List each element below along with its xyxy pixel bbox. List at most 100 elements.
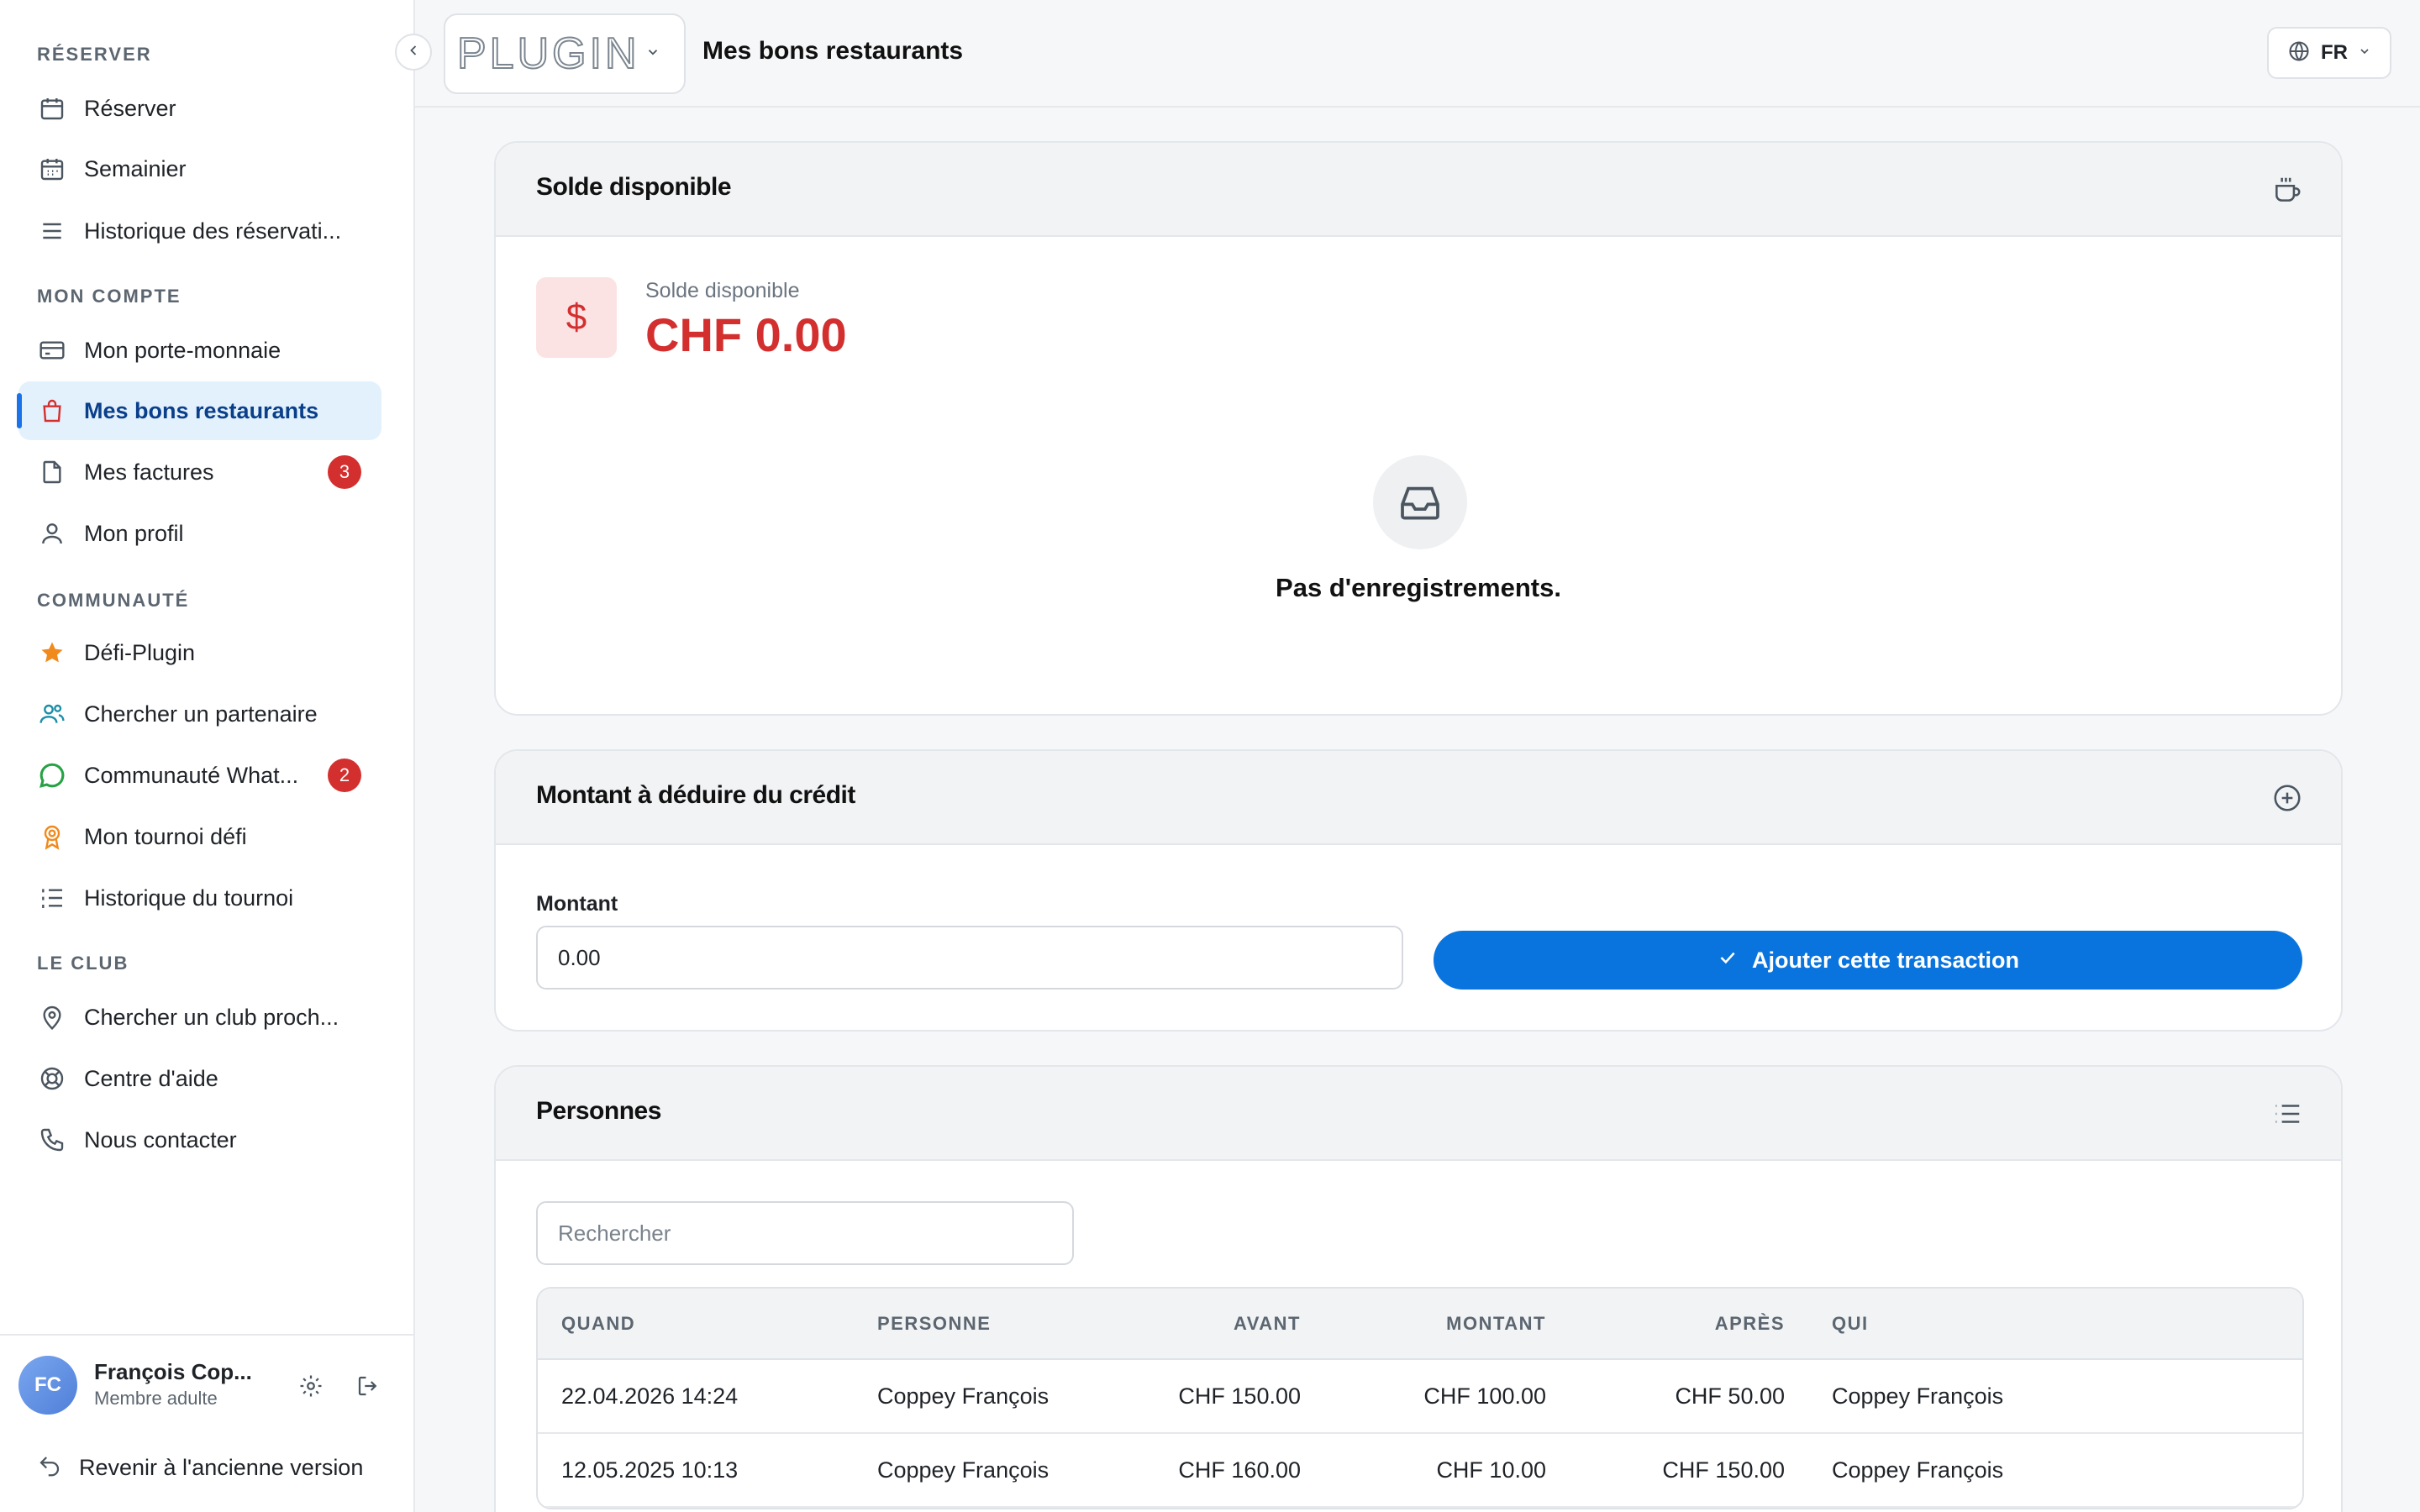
table-row[interactable]: 22.04.2026 14:24 Coppey François CHF 150… (538, 1359, 2302, 1434)
whatsapp-icon (37, 760, 67, 790)
sidebar-item-reserver[interactable]: Réserver (18, 79, 381, 138)
column-header-qui[interactable]: QUI (1808, 1289, 2302, 1360)
back-link-label: Revenir à l'ancienne version (79, 1455, 364, 1480)
section-title-mon-compte: MON COMPTE (37, 286, 182, 307)
empty-state-text: Pas d'enregistrements. (1276, 573, 1561, 602)
column-header-personne[interactable]: PERSONNE (854, 1289, 1139, 1360)
section-title-communaute: COMMUNAUTÉ (37, 590, 190, 611)
cell-avant: CHF 160.00 (1139, 1433, 1324, 1508)
sidebar-item-label: Chercher un club proch... (84, 1004, 339, 1030)
calendar-grid-icon (37, 154, 67, 184)
sidebar-item-label: Réserver (84, 95, 176, 121)
logo: PLUGIN (456, 29, 640, 79)
balance-amount: CHF 0.00 (645, 308, 847, 361)
sidebar-item-bons-restaurants[interactable]: Mes bons restaurants (18, 381, 381, 440)
phone-icon (37, 1125, 67, 1155)
map-pin-icon (37, 1002, 67, 1032)
users-icon (37, 699, 67, 729)
sidebar-item-label: Nous contacter (84, 1126, 237, 1152)
cell-quand: 22.04.2026 14:24 (538, 1359, 854, 1434)
persons-card: Personnes QUAND PERSONNE AVANT MONTANT A… (494, 1065, 2343, 1512)
balance-label: Solde disponible (645, 279, 800, 302)
calendar-icon (37, 93, 67, 123)
back-to-old-version-link[interactable]: Revenir à l'ancienne version (37, 1453, 363, 1483)
cell-qui: Coppey François (1808, 1359, 2302, 1434)
card-title: Solde disponible (536, 173, 732, 201)
section-title-le-club: LE CLUB (37, 953, 129, 974)
active-indicator (17, 393, 22, 428)
sidebar-item-historique-tournoi[interactable]: Historique du tournoi (18, 869, 381, 927)
search-input[interactable] (536, 1201, 1074, 1265)
sidebar-item-label: Mon tournoi défi (84, 823, 247, 849)
card-header: Personnes (496, 1067, 2341, 1161)
sidebar-item-label: Historique du tournoi (84, 885, 294, 911)
column-header-apres[interactable]: APRÈS (1570, 1289, 1808, 1360)
amount-input[interactable] (536, 926, 1403, 990)
inbox-icon (1373, 455, 1467, 549)
table-row[interactable]: 12.05.2025 10:13 Coppey François CHF 160… (538, 1433, 2302, 1508)
sidebar-item-label: Centre d'aide (84, 1065, 218, 1091)
sidebar-item-label: Chercher un partenaire (84, 701, 318, 727)
logout-icon[interactable] (353, 1371, 383, 1401)
sidebar-item-nous-contacter[interactable]: Nous contacter (18, 1110, 381, 1169)
cell-montant: CHF 100.00 (1324, 1359, 1570, 1434)
transactions-table: QUAND PERSONNE AVANT MONTANT APRÈS QUI 2… (536, 1287, 2304, 1509)
lifebuoy-icon (37, 1063, 67, 1094)
add-transaction-button[interactable]: Ajouter cette transaction (1434, 931, 2302, 990)
cell-apres: CHF 50.00 (1570, 1359, 1808, 1434)
sidebar-item-factures[interactable]: Mes factures 3 (18, 443, 381, 501)
page-title: Mes bons restaurants (702, 37, 964, 65)
deduct-credit-card: Montant à déduire du crédit Montant Ajou… (494, 749, 2343, 1032)
notification-badge: 2 (328, 759, 361, 792)
sidebar-item-label: Défi-Plugin (84, 639, 196, 665)
chevron-left-icon (405, 42, 422, 63)
column-header-quand[interactable]: QUAND (538, 1289, 854, 1360)
column-header-montant[interactable]: MONTANT (1324, 1289, 1570, 1360)
avatar[interactable]: FC (18, 1356, 77, 1415)
card-title: Montant à déduire du crédit (536, 781, 855, 809)
sidebar: RÉSERVER Réserver Semainier Historique d… (0, 0, 415, 1512)
sidebar-item-communaute-whatsapp[interactable]: Communauté What... 2 (18, 746, 381, 805)
notification-badge: 3 (328, 455, 361, 489)
card-header: Solde disponible (496, 143, 2341, 237)
card-title: Personnes (536, 1097, 661, 1125)
credit-card-icon (37, 335, 67, 365)
club-logo-switcher[interactable]: PLUGIN (444, 13, 686, 94)
sidebar-item-label: Semainier (84, 155, 187, 181)
check-icon (1717, 947, 1739, 974)
sidebar-footer: FC François Cop... Membre adulte Revenir… (0, 1334, 415, 1512)
file-icon (37, 457, 67, 487)
coffee-cup-icon (2270, 173, 2304, 207)
sidebar-item-semainier[interactable]: Semainier (18, 139, 381, 198)
sidebar-item-label: Communauté What... (84, 762, 299, 788)
sidebar-item-chercher-partenaire[interactable]: Chercher un partenaire (18, 685, 381, 743)
language-selector[interactable]: FR (2267, 27, 2391, 79)
chevron-down-icon (2358, 45, 2371, 62)
user-role: Membre adulte (94, 1388, 218, 1409)
star-icon (37, 638, 67, 668)
collapse-sidebar-button[interactable] (395, 34, 432, 71)
sidebar-item-centre-aide[interactable]: Centre d'aide (18, 1049, 381, 1108)
sidebar-item-label: Mon profil (84, 520, 184, 546)
column-header-avant[interactable]: AVANT (1139, 1289, 1324, 1360)
cell-avant: CHF 150.00 (1139, 1359, 1324, 1434)
undo-icon (37, 1453, 62, 1483)
amount-field-label: Montant (536, 892, 618, 916)
chevron-down-icon (645, 45, 660, 64)
list-icon[interactable] (2270, 1097, 2304, 1131)
sidebar-item-profil[interactable]: Mon profil (18, 504, 381, 563)
cell-personne: Coppey François (854, 1433, 1139, 1508)
cell-personne: Coppey François (854, 1359, 1139, 1434)
plus-circle-icon[interactable] (2270, 781, 2304, 815)
sidebar-item-historique-reservations[interactable]: Historique des réservati... (18, 202, 381, 260)
globe-icon (2287, 39, 2311, 67)
sidebar-item-porte-monnaie[interactable]: Mon porte-monnaie (18, 321, 381, 380)
sidebar-item-defi-plugin[interactable]: Défi-Plugin (18, 623, 381, 682)
gear-icon[interactable] (296, 1371, 326, 1401)
list-icon (37, 216, 67, 246)
shopping-bag-icon (37, 396, 67, 426)
sidebar-item-chercher-club[interactable]: Chercher un club proch... (18, 988, 381, 1047)
cell-qui: Coppey François (1808, 1433, 2302, 1508)
dollar-icon: $ (536, 277, 617, 358)
sidebar-item-tournoi-defi[interactable]: Mon tournoi défi (18, 807, 381, 866)
